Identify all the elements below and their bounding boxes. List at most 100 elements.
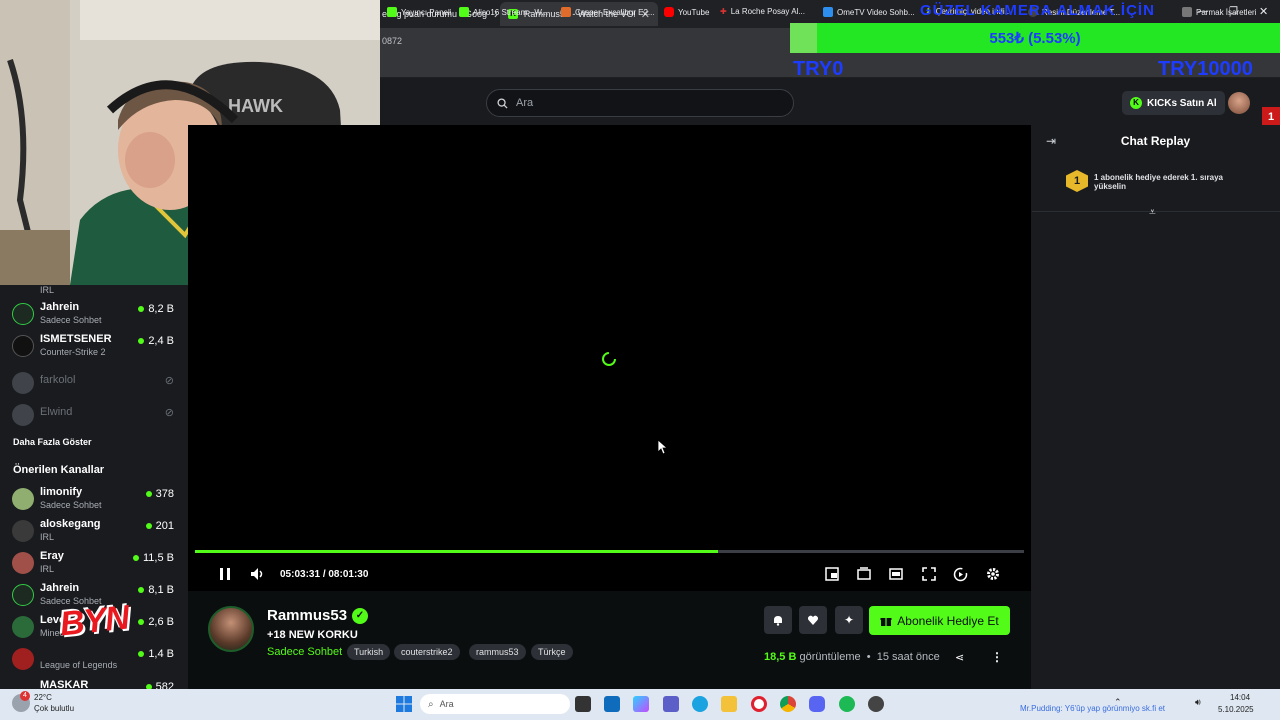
- clock-time[interactable]: 14:04: [1230, 693, 1250, 702]
- viewer-count: 378: [145, 488, 174, 500]
- playback-time: 05:03:31 / 08:01:30: [280, 569, 368, 580]
- share-icon[interactable]: ⋖: [955, 651, 964, 664]
- search-icon: ⌕: [428, 698, 434, 710]
- edge-icon[interactable]: [692, 696, 708, 712]
- scroll-down-icon[interactable]: ⩡: [1149, 205, 1156, 220]
- task-view-icon[interactable]: [575, 696, 591, 712]
- loading-spinner-icon: [602, 352, 616, 366]
- channel-name: Jahrein: [40, 582, 80, 594]
- duration: 08:01:30: [328, 569, 369, 580]
- offline-icon: ⊘: [164, 375, 174, 387]
- youtube-icon: [664, 7, 674, 17]
- sidebar-channel[interactable]: Eray IRL 11,5 B: [12, 550, 188, 582]
- clock-date[interactable]: 5.10.2025: [1218, 705, 1254, 714]
- follow-button[interactable]: [799, 606, 827, 634]
- notification-bell-button[interactable]: [764, 606, 792, 634]
- heart-icon: [807, 615, 819, 625]
- copilot-icon[interactable]: [633, 696, 649, 712]
- sidebar-channel[interactable]: farkolol ⊘: [12, 370, 188, 402]
- notification-badge[interactable]: 1: [1262, 107, 1280, 127]
- bookmark-item[interactable]: Alico16 Stream - W...: [459, 7, 548, 17]
- view-stats: 18,5 B görüntüleme • 15 saat önce: [764, 651, 940, 663]
- live-dot-icon: [145, 491, 152, 497]
- search-input[interactable]: Ara: [486, 89, 794, 117]
- tag-chip[interactable]: Turkish: [347, 644, 391, 660]
- channel-name: Eray: [40, 550, 64, 562]
- bookmark-label: Yayıncı Paneli: [401, 7, 452, 17]
- live-dot-icon: [133, 555, 139, 561]
- bookmark-item[interactable]: YouTube: [664, 7, 709, 17]
- fullscreen-icon: [922, 567, 936, 581]
- more-options-icon[interactable]: ⋮: [991, 650, 1003, 664]
- tag-chip[interactable]: Türkçe: [531, 644, 573, 660]
- playback-speed-icon: [953, 567, 968, 582]
- byn-watermark: BYN: [58, 598, 131, 644]
- outlook-icon[interactable]: [604, 696, 620, 712]
- donation-progress-text: 553₺ (5.53%): [989, 30, 1081, 47]
- windows-start-icon[interactable]: [396, 696, 412, 717]
- channel-category: IRL: [40, 285, 55, 295]
- viewer-count: 2,6 B: [138, 616, 174, 628]
- pause-button[interactable]: [219, 567, 231, 584]
- channel-name: aloskegang: [40, 518, 101, 530]
- tray-chevron-icon[interactable]: ⌃: [1114, 697, 1122, 708]
- show-more-link[interactable]: Daha Fazla Göster: [13, 437, 92, 447]
- verified-badge-icon: ✓: [352, 608, 368, 624]
- live-dot-icon: [138, 619, 145, 625]
- playback-speed-button[interactable]: [953, 567, 968, 585]
- chat-ticker-text: Mr.Pudding: Y6'ûp yap görünmiyo sk.fi et: [1020, 704, 1166, 713]
- spotify-icon[interactable]: [839, 696, 855, 712]
- streamer-name[interactable]: Rammus53: [267, 607, 347, 624]
- sidebar-channel[interactable]: League of Legends 1,4 B: [12, 646, 188, 678]
- obs-icon[interactable]: [868, 696, 884, 712]
- bookmark-item[interactable]: Casper Excalibur E2...: [561, 7, 655, 17]
- streamer-avatar[interactable]: [208, 606, 254, 652]
- teams-icon[interactable]: [663, 696, 679, 712]
- sidebar-channel[interactable]: MASKAR 582: [12, 679, 188, 689]
- bookmark-item[interactable]: OmeTV Video Sohb...: [823, 7, 915, 17]
- viewer-count-text: 2,6 B: [148, 616, 174, 628]
- opera-icon[interactable]: [751, 696, 767, 712]
- weather-temperature[interactable]: 22°C: [34, 693, 52, 702]
- gift-subscription-button[interactable]: Abonelik Hediye Et: [869, 606, 1010, 635]
- gift-leaderboard-banner[interactable]: 1 1 abonelik hediye ederek 1. sıraya yük…: [1032, 160, 1280, 212]
- kicks-buy-button[interactable]: K KICKs Satın Al: [1122, 91, 1225, 115]
- viewer-count-text: 1,4 B: [148, 648, 174, 660]
- url-text[interactable]: 0872: [382, 36, 402, 46]
- discord-icon[interactable]: [809, 696, 825, 712]
- file-explorer-icon[interactable]: [721, 696, 737, 712]
- widescreen-button[interactable]: [889, 567, 903, 584]
- channel-category: IRL: [40, 564, 55, 574]
- speaker-icon[interactable]: 🔊︎: [1195, 697, 1201, 708]
- sidebar-channel[interactable]: ISMETSENER Counter-Strike 2 2,4 B: [12, 333, 188, 365]
- sparkle-button[interactable]: ✦: [835, 606, 863, 634]
- tag-chip[interactable]: couterstrike2: [394, 644, 460, 660]
- settings-button[interactable]: [986, 567, 1000, 584]
- taskbar-search[interactable]: ⌕ Ara: [420, 694, 570, 714]
- sidebar-channel[interactable]: Jahrein Sadece Sohbet 8,2 B: [12, 301, 188, 333]
- channel-category: League of Legends: [40, 660, 118, 670]
- fullscreen-button[interactable]: [922, 567, 936, 584]
- bookmark-item[interactable]: ✚ La Roche Posay Al...: [720, 7, 805, 16]
- channel-name: farkolol: [40, 374, 76, 386]
- volume-button[interactable]: [250, 567, 265, 584]
- user-avatar[interactable]: [1228, 92, 1250, 114]
- sidebar-channel[interactable]: aloskegang IRL 201: [12, 518, 188, 550]
- weather-description[interactable]: Çok bulutlu: [34, 704, 74, 713]
- gear-icon: [987, 568, 999, 580]
- chrome-icon[interactable]: [780, 696, 796, 712]
- stream-category[interactable]: Sadece Sohbet: [267, 646, 342, 658]
- viewer-count: 2,4 B: [138, 335, 174, 347]
- sidebar-channel[interactable]: limonify Sadece Sohbet 378: [12, 486, 188, 518]
- channel-avatar: [12, 520, 34, 542]
- theater-mode-button[interactable]: [857, 567, 871, 584]
- mouse-cursor-icon: [657, 439, 669, 455]
- gift-icon: [880, 617, 892, 626]
- viewer-count: 8,1 B: [138, 584, 174, 596]
- bookmark-item[interactable]: Parmak İşaretleri: [1182, 7, 1280, 17]
- bookmark-item[interactable]: Yayıncı Paneli: [387, 7, 452, 17]
- sidebar-channel[interactable]: Elwind ⊘: [12, 402, 188, 434]
- miniplayer-button[interactable]: [825, 567, 839, 584]
- search-icon: [497, 97, 508, 109]
- tag-chip[interactable]: rammus53: [469, 644, 526, 660]
